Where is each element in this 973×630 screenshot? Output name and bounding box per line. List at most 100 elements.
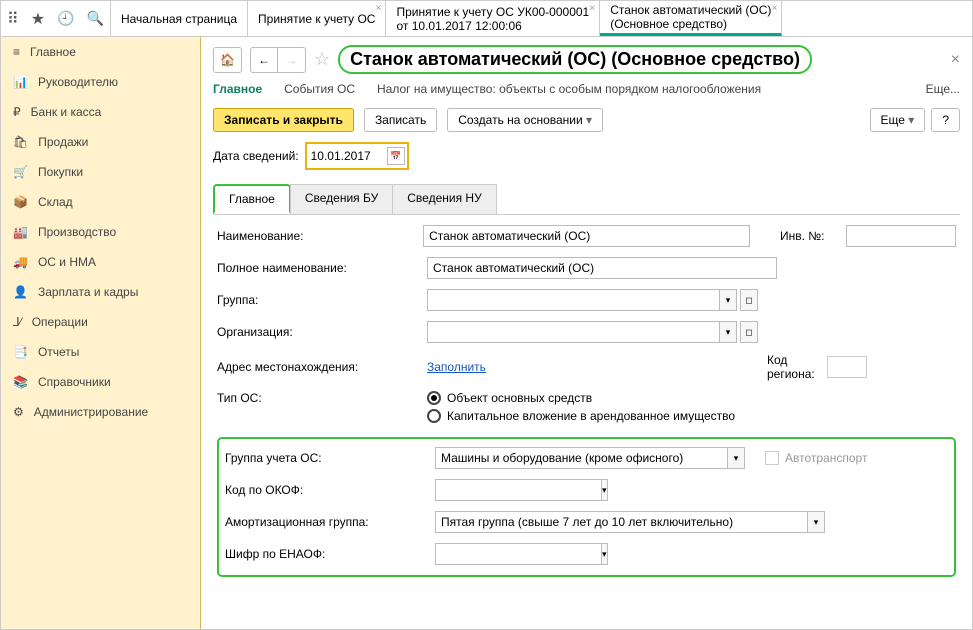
create-based-button[interactable]: Создать на основании <box>447 108 603 132</box>
report-icon: 📑 <box>13 345 28 359</box>
sidebar: ≡Главное 📊Руководителю ₽Банк и касса 🛍Пр… <box>1 37 201 629</box>
main-panel: 🏠 ← → ☆ Станок автоматический (ОС) (Осно… <box>201 37 972 629</box>
dropdown-icon[interactable]: ▾ <box>601 543 608 565</box>
accgroup-label: Группа учета ОС: <box>225 451 435 465</box>
clipboard-icon[interactable]: 🕘 <box>57 10 74 27</box>
dropdown-icon[interactable]: ▾ <box>727 447 745 469</box>
action-bar: Записать и закрыть Записать Создать на о… <box>213 108 960 132</box>
bag-icon: 🛍 <box>13 135 28 149</box>
type-option-asset[interactable]: Объект основных средств <box>427 391 735 405</box>
sidebar-refs[interactable]: 📚Справочники <box>1 367 200 397</box>
sidebar-production[interactable]: 🏭Производство <box>1 217 200 247</box>
page-title: Станок автоматический (ОС) (Основное сре… <box>338 45 812 74</box>
more-button[interactable]: Еще <box>870 108 926 132</box>
okof-label: Код по ОКОФ: <box>225 483 435 497</box>
name-input[interactable] <box>423 225 750 247</box>
type-label: Тип ОС: <box>217 391 427 405</box>
dropdown-icon[interactable]: ▾ <box>719 321 737 343</box>
dropdown-icon[interactable]: ▾ <box>807 511 825 533</box>
sidebar-ops[interactable]: ⅃⁄Операции <box>1 307 200 337</box>
person-icon: 👤 <box>13 285 28 299</box>
book-icon: 📚 <box>13 375 28 389</box>
inv-input[interactable] <box>846 225 956 247</box>
menu-more[interactable]: Еще... <box>926 82 960 96</box>
amort-label: Амортизационная группа: <box>225 515 435 529</box>
subtab-nu[interactable]: Сведения НУ <box>392 184 496 214</box>
home-button[interactable]: 🏠 <box>213 47 242 73</box>
enaof-label: Шифр по ЕНАОФ: <box>225 547 435 561</box>
accgroup-input[interactable] <box>435 447 727 469</box>
region-label: Код региона: <box>767 353 827 381</box>
menu-tax[interactable]: Налог на имущество: объекты с особым пор… <box>377 82 761 96</box>
sidebar-reports[interactable]: 📑Отчеты <box>1 337 200 367</box>
chart-icon: 📊 <box>13 75 28 89</box>
open-icon[interactable]: ◻ <box>740 289 758 311</box>
type-option-capital[interactable]: Капитальное вложение в арендованное имущ… <box>427 409 735 423</box>
tab-home[interactable]: Начальная страница <box>111 1 248 36</box>
open-icon[interactable]: ◻ <box>740 321 758 343</box>
group-input[interactable] <box>427 289 719 311</box>
sidebar-admin[interactable]: ⚙Администрирование <box>1 397 200 427</box>
accounting-section: Группа учета ОС: ▾ Автотранспорт Код по … <box>217 437 956 577</box>
apps-icon[interactable]: ⠿ <box>7 9 19 29</box>
enaof-input[interactable] <box>435 543 601 565</box>
tab-accept-os[interactable]: Принятие к учету ОС× <box>248 1 386 36</box>
checkbox-icon <box>765 451 779 465</box>
close-icon[interactable]: × <box>772 3 778 14</box>
write-button[interactable]: Записать <box>364 108 437 132</box>
favorite-icon[interactable]: ☆ <box>314 49 330 70</box>
star-icon[interactable]: ★ <box>31 9 45 29</box>
truck-icon: 🚚 <box>13 255 28 269</box>
help-button[interactable]: ? <box>931 108 960 132</box>
name-label: Наименование: <box>217 229 413 243</box>
sidebar-manager[interactable]: 📊Руководителю <box>1 67 200 97</box>
radio-icon <box>427 391 441 405</box>
subtab-bu[interactable]: Сведения БУ <box>290 184 393 214</box>
group-label: Группа: <box>217 293 427 307</box>
location-label: Адрес местонахождения: <box>217 360 427 374</box>
sidebar-bank[interactable]: ₽Банк и касса <box>1 97 200 127</box>
sidebar-hr[interactable]: 👤Зарплата и кадры <box>1 277 200 307</box>
tab-accept-os-doc[interactable]: Принятие к учету ОС УК00-000001от 10.01.… <box>386 1 600 36</box>
sidebar-purchases[interactable]: 🛒Покупки <box>1 157 200 187</box>
search-icon[interactable]: 🔍 <box>87 10 104 27</box>
sidebar-sales[interactable]: 🛍Продажи <box>1 127 200 157</box>
fullname-input[interactable] <box>427 257 777 279</box>
write-close-button[interactable]: Записать и закрыть <box>213 108 354 132</box>
open-tabs: Начальная страница Принятие к учету ОС× … <box>111 1 972 36</box>
calendar-icon[interactable]: 📅 <box>387 147 405 165</box>
gear-icon: ⚙ <box>13 405 24 419</box>
back-button[interactable]: ← <box>250 47 278 73</box>
menu-icon: ≡ <box>13 45 20 59</box>
date-input[interactable] <box>309 145 387 167</box>
date-label: Дата сведений: <box>213 149 299 163</box>
autotransport-check[interactable]: Автотранспорт <box>765 451 867 465</box>
inv-label: Инв. №: <box>780 229 836 243</box>
ops-icon: ⅃⁄ <box>13 315 22 329</box>
section-menu: Главное События ОС Налог на имущество: о… <box>213 82 960 96</box>
dropdown-icon[interactable]: ▾ <box>601 479 608 501</box>
sidebar-assets[interactable]: 🚚ОС и НМА <box>1 247 200 277</box>
menu-main[interactable]: Главное <box>213 82 262 96</box>
dropdown-icon[interactable]: ▾ <box>719 289 737 311</box>
region-input[interactable] <box>827 356 867 378</box>
sidebar-main[interactable]: ≡Главное <box>1 37 200 67</box>
fullname-label: Полное наименование: <box>217 261 427 275</box>
forward-button[interactable]: → <box>278 47 306 73</box>
close-button[interactable]: × <box>951 51 960 69</box>
close-icon[interactable]: × <box>376 3 382 14</box>
date-field: 📅 <box>305 142 409 170</box>
amort-input[interactable] <box>435 511 807 533</box>
close-icon[interactable]: × <box>589 3 595 14</box>
tab-asset[interactable]: Станок автоматический (ОС)(Основное сред… <box>600 1 782 36</box>
system-icons: ⠿ ★ 🕘 🔍 <box>1 1 111 36</box>
okof-input[interactable] <box>435 479 601 501</box>
menu-events[interactable]: События ОС <box>284 82 355 96</box>
box-icon: 📦 <box>13 195 28 209</box>
org-label: Организация: <box>217 325 427 339</box>
subtab-main[interactable]: Главное <box>213 184 291 214</box>
org-input[interactable] <box>427 321 719 343</box>
fill-link[interactable]: Заполнить <box>427 360 486 374</box>
top-toolbar: ⠿ ★ 🕘 🔍 Начальная страница Принятие к уч… <box>1 1 972 37</box>
sidebar-stock[interactable]: 📦Склад <box>1 187 200 217</box>
